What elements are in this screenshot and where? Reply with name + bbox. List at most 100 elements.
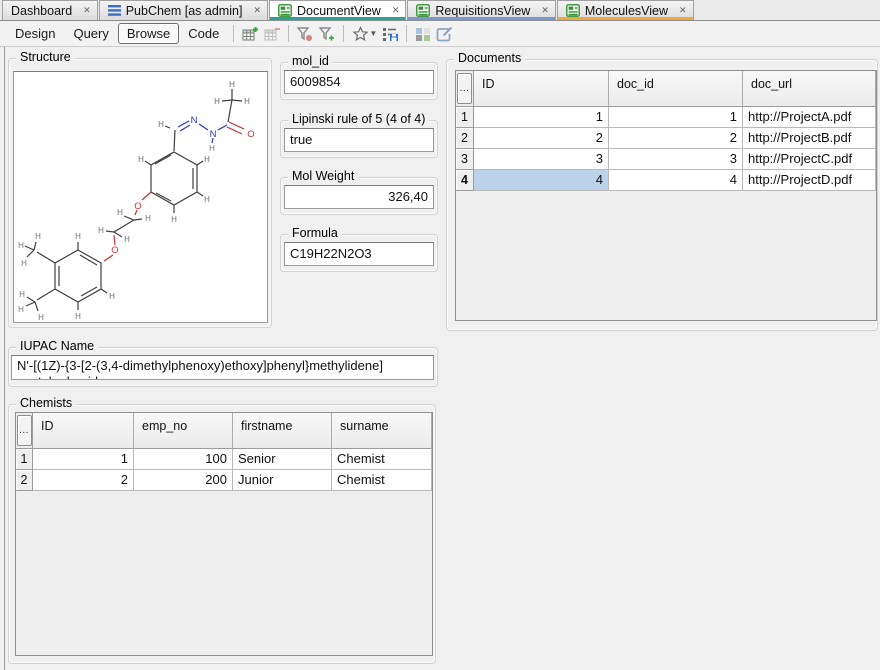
tab-accent-underline (408, 17, 555, 20)
table-cell[interactable]: 200 (134, 470, 233, 491)
mol-id-label: mol_id (288, 54, 333, 68)
svg-text:H: H (124, 235, 130, 244)
formula-field[interactable]: C19H22N2O3 (284, 242, 434, 266)
filter-exclude-icon[interactable] (294, 24, 316, 44)
tab-bar: Dashboard✕PubChem [as admin]✕DocumentVie… (0, 0, 880, 21)
table-options-button[interactable]: ... (17, 415, 32, 446)
row-header[interactable]: 1 (16, 449, 33, 470)
form-icon (278, 4, 292, 17)
form-icon (416, 4, 430, 17)
lipinski-field[interactable]: true (284, 128, 434, 152)
tab-moleculesview[interactable]: MoleculesView ✕ (557, 0, 694, 20)
table-cell[interactable]: 3 (474, 149, 609, 170)
tab-close-icon[interactable]: ✕ (679, 6, 687, 15)
tab-label: RequisitionsView (435, 4, 530, 18)
table-cell[interactable]: Junior (233, 470, 332, 491)
table-cell[interactable]: 3 (609, 149, 743, 170)
table-cell[interactable]: http://ProjectA.pdf (743, 107, 876, 128)
column-header[interactable]: emp_no (134, 413, 233, 449)
toolbar-separator (406, 25, 407, 42)
toolbar-separator (343, 25, 344, 42)
iupac-line2: acetohydrazide (17, 374, 428, 380)
svg-text:H: H (98, 226, 104, 235)
table-cell[interactable]: 1 (474, 107, 609, 128)
svg-text:H: H (171, 215, 177, 224)
column-header[interactable]: firstname (233, 413, 332, 449)
iupac-field[interactable]: N'-[(1Z)-{3-[2-(3,4-dimethylphenoxy)etho… (11, 355, 434, 380)
mode-design-button[interactable]: Design (6, 23, 64, 44)
documents-table: ...IDdoc_iddoc_url111http://ProjectA.pdf… (455, 70, 877, 321)
mode-query-button[interactable]: Query (64, 23, 117, 44)
mode-code-button[interactable]: Code (179, 23, 228, 44)
table-cell[interactable]: 100 (134, 449, 233, 470)
form-left-border (4, 47, 5, 670)
menu-icon (108, 5, 121, 16)
column-header[interactable]: doc_url (743, 71, 876, 107)
tab-pubchem-as-admin-[interactable]: PubChem [as admin]✕ (99, 0, 268, 20)
table-cell[interactable]: http://ProjectC.pdf (743, 149, 876, 170)
row-header[interactable]: 2 (456, 128, 474, 149)
row-header[interactable]: 3 (456, 149, 474, 170)
tab-accent-underline (270, 17, 405, 20)
add-record-icon[interactable] (239, 24, 261, 44)
edit-form-icon (434, 24, 456, 44)
tab-close-icon[interactable]: ✕ (253, 6, 261, 15)
svg-text:O: O (111, 245, 118, 256)
table-cell[interactable]: http://ProjectB.pdf (743, 128, 876, 149)
tab-close-icon[interactable]: ✕ (392, 6, 400, 15)
tab-label: Dashboard (11, 4, 72, 18)
svg-text:H: H (75, 312, 81, 321)
structure-field[interactable]: HHH O NH N H HH HH O HH HH O HHH HHH HHH (13, 71, 268, 323)
structure-group-label: Structure (16, 50, 75, 64)
mol-id-field[interactable]: 6009854 (284, 70, 434, 94)
table-cell[interactable]: 4 (474, 170, 609, 191)
table-row: 11100SeniorChemist (16, 449, 432, 470)
table-row: 333http://ProjectC.pdf (456, 149, 876, 170)
table-row: 222http://ProjectB.pdf (456, 128, 876, 149)
favorites-dropdown-icon[interactable]: ▼ (369, 29, 377, 38)
mol-weight-field[interactable]: 326,40 (284, 185, 434, 209)
svg-text:H: H (18, 305, 24, 314)
tab-documentview[interactable]: DocumentView ✕ (269, 0, 406, 20)
table-cell[interactable]: 2 (609, 128, 743, 149)
table-cell[interactable]: 1 (33, 449, 134, 470)
formula-label: Formula (288, 226, 342, 240)
table-row: 22200JuniorChemist (16, 470, 432, 491)
column-header[interactable]: ID (474, 71, 609, 107)
mode-browse-button[interactable]: Browse (118, 23, 179, 44)
svg-text:O: O (247, 129, 254, 140)
tab-label: DocumentView (297, 4, 381, 18)
svg-text:O: O (134, 201, 141, 212)
table-cell[interactable]: 4 (609, 170, 743, 191)
row-header[interactable]: 2 (16, 470, 33, 491)
tab-close-icon[interactable]: ✕ (83, 6, 91, 15)
table-cell[interactable]: http://ProjectD.pdf (743, 170, 876, 191)
svg-text:H: H (19, 290, 25, 299)
tab-label: MoleculesView (585, 4, 668, 18)
column-header[interactable]: ID (33, 413, 134, 449)
tab-requisitionsview[interactable]: RequisitionsView ✕ (407, 0, 556, 20)
tab-accent-underline (558, 17, 693, 20)
table-cell[interactable]: Senior (233, 449, 332, 470)
table-cell[interactable]: 2 (33, 470, 134, 491)
svg-text:H: H (244, 97, 250, 106)
svg-text:H: H (38, 313, 44, 321)
filter-add-icon[interactable] (316, 24, 338, 44)
mol-weight-label: Mol Weight (288, 169, 358, 183)
layout-grid-icon[interactable] (412, 24, 434, 44)
row-header[interactable]: 4 (456, 170, 474, 191)
saved-searches-icon[interactable] (379, 24, 401, 44)
table-options-button[interactable]: ... (457, 73, 472, 104)
table-cell[interactable]: 1 (609, 107, 743, 128)
table-cell[interactable]: Chemist (332, 449, 432, 470)
tab-dashboard[interactable]: Dashboard ✕ (2, 0, 98, 20)
column-header[interactable]: doc_id (609, 71, 743, 107)
favorites-star-icon[interactable] (349, 24, 371, 44)
table-cell[interactable]: 2 (474, 128, 609, 149)
table-cell[interactable]: Chemist (332, 470, 432, 491)
row-header[interactable]: 1 (456, 107, 474, 128)
tab-close-icon[interactable]: ✕ (541, 6, 549, 15)
column-header[interactable]: surname (332, 413, 432, 449)
documents-group-label: Documents (454, 51, 525, 65)
table-row: 111http://ProjectA.pdf (456, 107, 876, 128)
